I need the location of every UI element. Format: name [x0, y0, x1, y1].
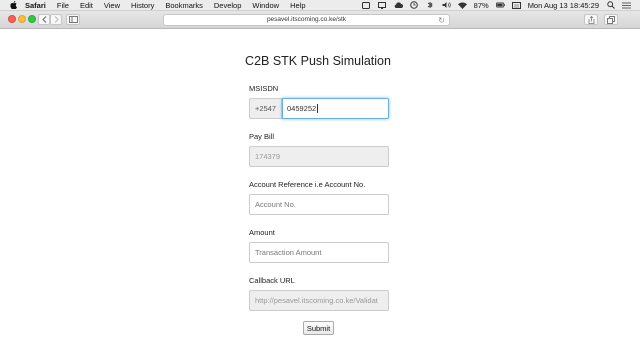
account-reference-placeholder: Account No. [255, 200, 296, 209]
tabs-icon [607, 15, 615, 24]
menu-edit[interactable]: Edit [80, 1, 93, 10]
msisdn-input[interactable]: 0459252 [282, 98, 389, 119]
menu-bookmarks[interactable]: Bookmarks [165, 1, 203, 10]
menu-safari[interactable]: Safari [25, 1, 46, 10]
wifi-icon[interactable] [457, 1, 467, 9]
cloud-icon[interactable] [394, 1, 403, 9]
page-title: C2B STK Push Simulation [245, 54, 391, 68]
menu-window[interactable]: Window [252, 1, 279, 10]
status-app-icon[interactable] [362, 1, 371, 9]
forward-button[interactable] [50, 14, 62, 25]
reload-icon[interactable]: ↻ [438, 16, 445, 25]
menu-clock[interactable]: Mon Aug 13 18:45:29 [528, 1, 599, 10]
msisdn-prefix: +2547 [249, 98, 282, 119]
time-machine-icon[interactable] [410, 1, 419, 9]
apple-icon[interactable] [10, 1, 17, 9]
callback-url-value: http://pesavel.itscoming.co.ke/Validat [255, 296, 378, 305]
menu-extras: 87% Mon Aug 13 18:45:29 [362, 1, 640, 10]
share-icon [588, 15, 594, 24]
menu-view[interactable]: View [104, 1, 120, 10]
chevron-right-icon [54, 16, 59, 23]
keyboard-input-icon[interactable] [511, 1, 521, 9]
menu-develop[interactable]: Develop [214, 1, 242, 10]
account-reference-label: Account Reference i.e Account No. [249, 180, 366, 189]
menu-history[interactable]: History [131, 1, 154, 10]
minimize-window-button[interactable] [18, 15, 26, 23]
chevron-left-icon [41, 16, 46, 23]
callback-url-label: Callback URL [249, 276, 295, 285]
msisdn-label: MSISDN [249, 84, 279, 93]
show-tabs-button[interactable] [604, 14, 618, 25]
close-window-button[interactable] [8, 15, 16, 23]
paybill-input: 174379 [249, 146, 389, 167]
back-button[interactable] [38, 14, 50, 25]
amount-placeholder: Transaction Amount [255, 248, 322, 257]
sidebar-icon [68, 16, 78, 23]
battery-percent: 87% [473, 0, 489, 10]
spotlight-icon[interactable] [606, 1, 615, 9]
amount-label: Amount [249, 228, 275, 237]
display-icon[interactable] [378, 1, 387, 9]
bluetooth-icon[interactable] [426, 1, 435, 9]
account-reference-input[interactable]: Account No. [249, 194, 389, 215]
menu-bar: Safari File Edit View History Bookmarks … [0, 0, 640, 11]
maximize-window-button[interactable] [28, 15, 36, 23]
menu-file[interactable]: File [57, 1, 69, 10]
notification-center-icon[interactable] [622, 1, 631, 9]
paybill-value: 174379 [255, 152, 281, 161]
paybill-label: Pay Bill [249, 132, 275, 141]
msisdn-value: 0459252 [287, 104, 317, 113]
amount-input[interactable]: Transaction Amount [249, 242, 389, 263]
volume-icon[interactable] [442, 1, 451, 9]
text-cursor [317, 104, 319, 113]
submit-button[interactable]: Submit [303, 321, 334, 335]
menu-help[interactable]: Help [290, 1, 305, 10]
browser-toolbar: pesavel.itscoming.co.ke/stk ↻ [0, 11, 640, 29]
address-bar[interactable]: pesavel.itscoming.co.ke/stk ↻ [163, 13, 450, 26]
url-text: pesavel.itscoming.co.ke/stk [266, 16, 347, 23]
share-button[interactable] [584, 14, 598, 25]
battery-icon[interactable] [495, 1, 505, 9]
callback-url-input: http://pesavel.itscoming.co.ke/Validat [249, 290, 389, 311]
sidebar-toggle-button[interactable] [66, 14, 80, 25]
